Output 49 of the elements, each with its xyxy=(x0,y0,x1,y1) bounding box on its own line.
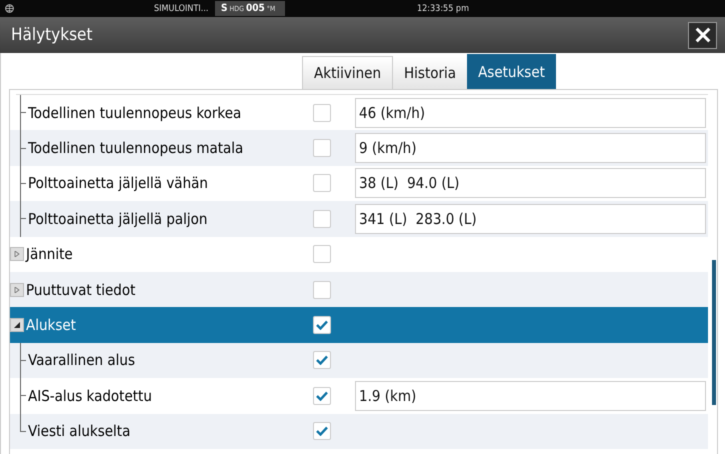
collapse-toggle[interactable] xyxy=(10,318,24,332)
threshold-field[interactable]: 46 (km/h) xyxy=(355,98,706,128)
alarm-name: Vaarallinen alus xyxy=(28,351,135,370)
alarm-name: Todellinen tuulennopeus matala xyxy=(28,139,244,158)
checkbox[interactable] xyxy=(313,316,331,334)
triangle-right-icon xyxy=(14,251,20,258)
triangle-down-icon xyxy=(14,322,20,328)
threshold-field[interactable]: 1.9 (km) xyxy=(355,380,706,411)
heading-value: 005 xyxy=(246,3,265,14)
alarm-row[interactable]: Viesti alukselta xyxy=(10,414,708,449)
alarm-name: Alukset xyxy=(26,316,76,334)
threshold-field[interactable]: 9 (km/h) xyxy=(355,133,706,164)
alarm-name: Viesti alukselta xyxy=(28,422,130,440)
heading-prefix: S xyxy=(221,3,228,14)
clock-time: 12:33:55 pm xyxy=(417,4,469,14)
alarm-name: Puuttuvat tiedot xyxy=(26,280,136,299)
alarm-row[interactable]: Todellinen tuulennopeus matala 9 (km/h) xyxy=(10,130,708,166)
close-icon xyxy=(694,26,712,44)
alarm-name: Todellinen tuulennopeus korkea xyxy=(28,104,242,122)
alarm-name: Polttoainetta jäljellä vähän xyxy=(28,174,208,192)
alarm-row[interactable]: Todellinen tuulennopeus korkea 46 (km/h) xyxy=(10,95,708,130)
alarm-row[interactable]: Alukset xyxy=(10,307,708,343)
window-title: Hälytykset xyxy=(11,25,92,45)
checkbox[interactable] xyxy=(313,386,331,405)
checkbox[interactable] xyxy=(313,174,331,192)
threshold-field[interactable]: 341 (L) 283.0 (L) xyxy=(355,204,706,234)
alarm-row[interactable]: Vaarallinen alus xyxy=(10,342,708,378)
checkbox[interactable] xyxy=(313,280,331,299)
mode-label: SIMULOINTI... xyxy=(154,4,208,14)
checkbox[interactable] xyxy=(313,104,331,122)
expand-toggle[interactable] xyxy=(10,282,24,297)
checkbox[interactable] xyxy=(313,210,331,228)
checkbox[interactable] xyxy=(313,139,331,158)
expand-toggle[interactable] xyxy=(10,247,24,262)
globe-icon xyxy=(5,4,14,13)
threshold-field[interactable]: 38 (L) 94.0 (L) xyxy=(355,168,706,198)
tab[interactable]: Aktiivinen xyxy=(302,56,394,89)
triangle-right-icon xyxy=(14,286,20,293)
close-button[interactable] xyxy=(688,22,717,48)
alarm-name: Polttoainetta jäljellä paljon xyxy=(28,210,208,228)
alarm-row[interactable]: Puuttuvat tiedot xyxy=(10,272,708,308)
checkbox[interactable] xyxy=(313,422,331,440)
alarm-name: AIS-alus kadotettu xyxy=(28,386,152,405)
tab[interactable]: Asetukset xyxy=(467,54,556,89)
checkbox[interactable] xyxy=(313,245,331,264)
alarm-name: Jännite xyxy=(26,245,73,264)
alarm-row[interactable]: Polttoainetta jäljellä paljon 341 (L) 283.0 (L) xyxy=(10,201,708,237)
checkbox[interactable] xyxy=(313,351,331,370)
scrollbar-thumb[interactable] xyxy=(712,260,716,405)
